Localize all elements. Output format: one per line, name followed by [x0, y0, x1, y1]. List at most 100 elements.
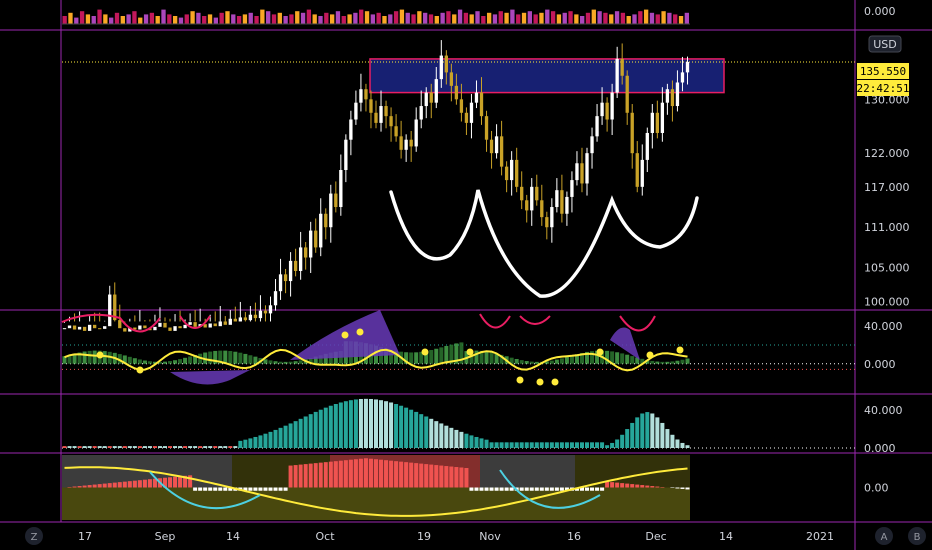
osc1-bar [92, 350, 97, 364]
candle-body [454, 85, 459, 100]
volume-bar [673, 14, 678, 24]
candle-body [213, 323, 217, 327]
candle-body [344, 139, 348, 170]
osc2-bar [419, 414, 424, 448]
osc3-bar [117, 482, 122, 488]
volume-bar [335, 11, 341, 24]
volume-bar [411, 14, 416, 24]
osc3-bar [459, 467, 464, 488]
osc3-bar [439, 465, 444, 488]
volume-bar [289, 14, 294, 24]
osc2-bar [338, 402, 343, 448]
osc1-bar [660, 361, 665, 364]
osc3-bar [595, 487, 600, 491]
countdown-value: 22:42:51 [857, 82, 910, 95]
osc1-bar [127, 356, 132, 364]
volume-bar [161, 9, 166, 24]
osc3-bar [142, 479, 147, 488]
osc3-bar [635, 484, 640, 488]
volume-bar [382, 16, 387, 24]
volume-bar [638, 11, 643, 24]
volume-bar [632, 14, 637, 24]
candle-body [655, 112, 660, 133]
candle-body [309, 230, 313, 258]
osc1-bar [549, 360, 554, 364]
candle-body [469, 102, 474, 123]
osc3-bar [655, 486, 660, 488]
osc3-bar [122, 481, 127, 488]
osc1-bar [484, 351, 489, 364]
volume-bar [126, 14, 131, 24]
candle-body [359, 89, 363, 103]
osc1-bar [675, 360, 680, 364]
osc1-bar [273, 361, 278, 364]
volume-bar [516, 14, 521, 24]
osc2-bar [464, 433, 469, 448]
volume-bar [109, 17, 114, 24]
candle-body [228, 318, 232, 325]
osc3-bar [258, 487, 263, 491]
osc3-bar [213, 487, 218, 491]
candle-body [484, 116, 489, 140]
volume-bar [271, 14, 277, 24]
osc2-bar [248, 438, 253, 448]
candle-body [630, 112, 634, 154]
osc3-bar [484, 487, 489, 491]
osc3-bar [494, 487, 499, 491]
osc3-bar [283, 487, 288, 491]
volume-bar [609, 14, 614, 24]
osc1-bar [87, 350, 92, 364]
osc2-bar [152, 446, 157, 448]
candle-body [178, 326, 182, 329]
osc3-bar [147, 479, 152, 488]
candle-body [278, 274, 283, 292]
osc3-bar [173, 476, 178, 488]
candle-body [414, 119, 418, 147]
candle-body [168, 327, 172, 331]
osc3-bar [348, 459, 353, 488]
candle-body [515, 159, 519, 187]
candle-body [153, 326, 157, 331]
osc3-bar [389, 460, 394, 488]
osc3-axis-tick: 0.00 [864, 482, 889, 495]
osc2-bar [539, 442, 544, 448]
resistance-zone-box [369, 58, 725, 94]
osc1-bar [554, 359, 559, 364]
volume-bar [120, 16, 125, 24]
osc2-bar [188, 446, 193, 448]
osc2-bar [600, 442, 605, 448]
osc3-bar [303, 464, 308, 488]
volume-bar [550, 11, 556, 24]
osc2-bar [62, 446, 67, 448]
volume-bar [649, 12, 655, 24]
osc1-dot [421, 348, 429, 356]
osc2-bar [514, 442, 519, 448]
osc2-bar [424, 416, 429, 448]
osc2-bar [183, 446, 188, 448]
osc2-bar [127, 446, 132, 448]
osc2-bar [363, 398, 368, 448]
osc2-bar [293, 421, 298, 448]
osc3-bar [625, 483, 630, 488]
osc1-bar [630, 356, 635, 364]
osc2-bar [72, 446, 77, 448]
volume-bar [504, 12, 509, 24]
osc2-bar [218, 446, 223, 448]
osc3-bar [293, 465, 298, 488]
candle-body [173, 326, 177, 331]
time-axis-label: Oct [315, 530, 335, 543]
chart-canvas[interactable]: 0.000130.000122.000117.000111.000105.000… [0, 0, 932, 550]
volume-bar [417, 11, 422, 24]
osc3-bar [198, 487, 203, 491]
volume-bar [603, 12, 608, 24]
volume-bar [440, 12, 445, 24]
osc2-bar [117, 446, 122, 448]
volume-bar [597, 11, 602, 24]
osc2-bar [660, 422, 665, 448]
osc2-bar [233, 446, 238, 448]
candle-body [600, 102, 604, 117]
volume-bar [202, 16, 207, 24]
osc3-bar [464, 468, 469, 488]
volume-bar [463, 12, 469, 24]
volume-bar [486, 12, 492, 24]
